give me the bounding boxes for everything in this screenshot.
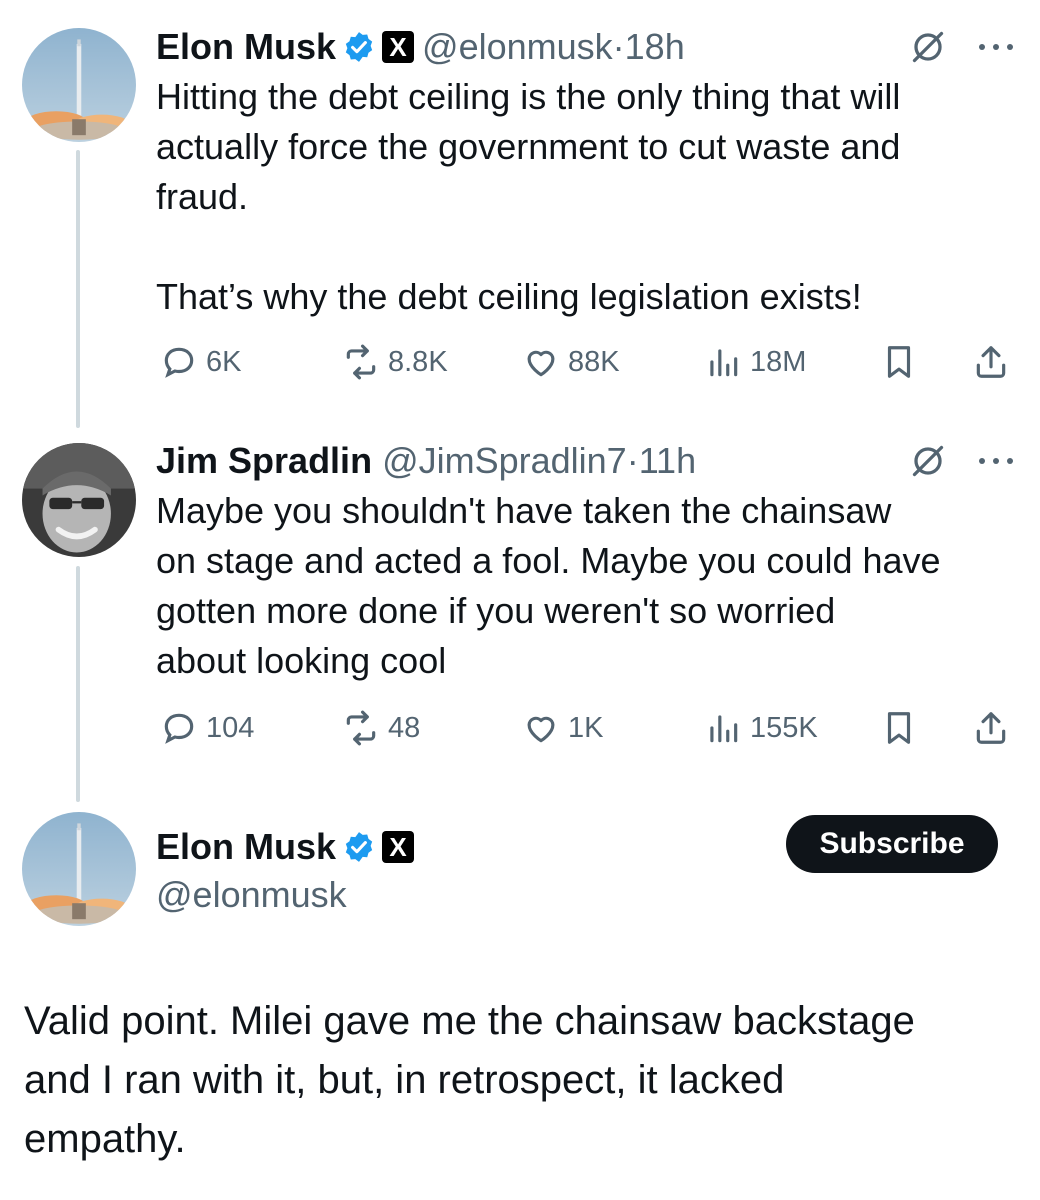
post-header-controls — [910, 436, 1016, 486]
avatar[interactable] — [22, 443, 136, 557]
view-count: 18M — [750, 345, 807, 378]
separator: · — [626, 440, 639, 481]
repost-button[interactable]: 8.8K — [342, 343, 448, 381]
reply-icon — [164, 347, 194, 378]
author-name[interactable]: Elon Musk — [156, 826, 336, 868]
x-logo-icon[interactable]: X — [382, 31, 415, 63]
share-icon — [976, 346, 1006, 378]
views-button[interactable]: 155K — [704, 709, 818, 747]
view-count: 155K — [750, 711, 818, 744]
share-button[interactable] — [972, 343, 1010, 381]
reply-count: 104 — [206, 711, 255, 744]
share-icon — [976, 712, 1006, 744]
thread-line — [76, 566, 80, 802]
author-name[interactable]: Jim Spradlin — [156, 440, 372, 482]
repost-button[interactable]: 48 — [342, 709, 420, 747]
repost-icon — [346, 344, 376, 380]
repost-count: 48 — [388, 711, 421, 744]
author-name[interactable]: Elon Musk — [156, 26, 336, 68]
like-count: 1K — [568, 711, 604, 744]
profile-photo — [22, 443, 136, 557]
verified-badge-icon[interactable] — [342, 30, 376, 64]
views-icon — [710, 349, 738, 377]
more-icon[interactable] — [976, 455, 1016, 467]
main-post-text: Valid point. Milei gave me the chainsaw … — [24, 999, 915, 1161]
like-button[interactable]: 88K — [522, 343, 620, 381]
post-header: Elon Musk X @elonmusk · 18h — [156, 22, 1016, 72]
post-text: Maybe you shouldn't have taken the chain… — [156, 490, 941, 681]
bookmark-icon — [887, 712, 911, 744]
post-time[interactable]: 11h — [639, 440, 696, 482]
post-header-controls — [910, 22, 1016, 72]
reply-count: 6K — [206, 345, 242, 378]
subscribe-button[interactable]: Subscribe — [786, 815, 998, 873]
views-button[interactable]: 18M — [704, 343, 806, 381]
avatar[interactable] — [22, 812, 136, 926]
author-handle[interactable]: @elonmusk — [422, 26, 613, 68]
avatar[interactable] — [22, 28, 136, 142]
like-count: 88K — [568, 345, 620, 378]
x-logo-icon[interactable]: X — [382, 831, 415, 863]
post-time[interactable]: 18h — [625, 26, 685, 68]
like-icon — [527, 716, 555, 743]
post-text: Hitting the debt ceiling is the only thi… — [156, 76, 901, 317]
reply-button[interactable]: 104 — [160, 709, 254, 747]
rocket-launch-avatar-image — [22, 812, 136, 926]
repost-icon — [346, 710, 376, 746]
rocket-launch-avatar-image — [22, 28, 136, 142]
bookmark-button[interactable] — [880, 709, 918, 747]
reply-icon — [164, 713, 194, 744]
bookmark-button[interactable] — [880, 343, 918, 381]
author-handle[interactable]: @JimSpradlin7 — [382, 440, 627, 482]
post[interactable]: Elon Musk X @elonmusk · 18h Hitting the … — [156, 22, 1016, 322]
thread-line — [76, 150, 80, 428]
conversation-page: Elon Musk X @elonmusk · 18h Hitting the … — [0, 0, 1040, 1200]
like-icon — [527, 350, 555, 377]
share-button[interactable] — [972, 709, 1010, 747]
post-actions: 104 48 1K 155K — [0, 708, 1040, 748]
bookmark-icon — [887, 346, 911, 378]
separator: · — [612, 26, 625, 67]
grok-icon[interactable] — [910, 443, 946, 479]
author-handle[interactable]: @elonmusk — [156, 870, 347, 920]
repost-count: 8.8K — [388, 345, 448, 378]
reply-button[interactable]: 6K — [160, 343, 241, 381]
post-header: Jim Spradlin @JimSpradlin7 · 11h — [156, 436, 1016, 486]
more-icon[interactable] — [976, 41, 1016, 53]
main-post-header: Elon Musk X — [156, 822, 422, 872]
views-icon — [710, 715, 738, 743]
verified-badge-icon[interactable] — [342, 830, 376, 864]
post[interactable]: Jim Spradlin @JimSpradlin7 · 11h Maybe y… — [156, 436, 1016, 686]
post-actions: 6K 8.8K 88K 18M — [0, 342, 1040, 382]
grok-icon[interactable] — [910, 29, 946, 65]
like-button[interactable]: 1K — [522, 709, 603, 747]
